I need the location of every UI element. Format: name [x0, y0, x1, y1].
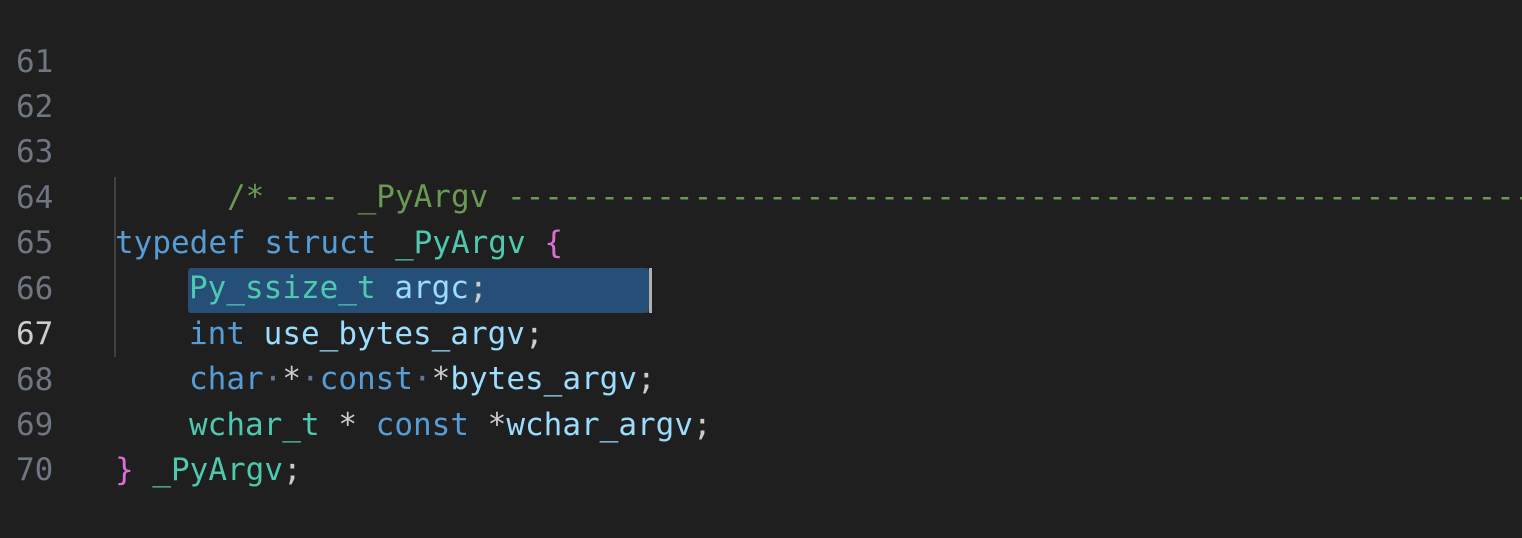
- type-name: _PyArgv: [152, 452, 283, 488]
- code-line[interactable]: 64 typedef struct _PyArgv {: [0, 131, 1522, 261]
- code-line[interactable]: 61: [0, 0, 1522, 80]
- line-number: 70: [16, 452, 54, 488]
- close-brace: }: [115, 452, 134, 488]
- code-line[interactable]: 65 Py_ssize_t argc;: [0, 176, 1522, 306]
- code-line[interactable]: 68 wchar_t * const *wchar_argv;: [0, 313, 1522, 443]
- text-cursor: [649, 268, 652, 313]
- code-line-active[interactable]: 67 char·*·const·*bytes_argv;: [0, 267, 1522, 397]
- code-line[interactable]: 62 /* --- _PyArgv ----------------------…: [0, 40, 1522, 215]
- code-line[interactable]: 66 int use_bytes_argv;: [0, 222, 1522, 352]
- code-line[interactable]: 69 } _PyArgv;: [0, 358, 1522, 488]
- code-editor[interactable]: 61 62 /* --- _PyArgv -------------------…: [0, 0, 1522, 488]
- semicolon: ;: [283, 452, 302, 488]
- code-line[interactable]: 70: [0, 403, 1522, 488]
- code-line[interactable]: 63: [0, 85, 1522, 170]
